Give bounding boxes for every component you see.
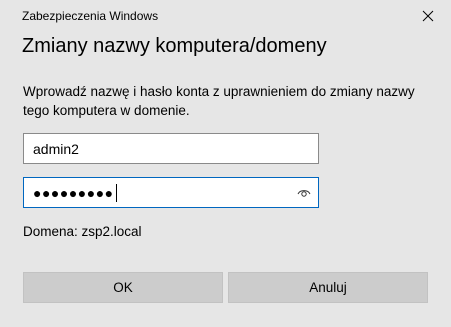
ok-button-label: OK	[113, 280, 133, 295]
username-field[interactable]: admin2	[23, 133, 319, 164]
text-caret	[115, 183, 117, 202]
eye-icon[interactable]	[297, 186, 311, 198]
password-field[interactable]: ●●●●●●●●●	[23, 177, 319, 208]
window-title: Zabezpieczenia Windows	[22, 9, 159, 23]
username-value: admin2	[33, 140, 79, 157]
ok-button[interactable]: OK	[23, 272, 223, 303]
close-icon	[422, 10, 434, 22]
close-button[interactable]	[405, 0, 451, 32]
domain-label: Domena: zsp2.local	[23, 224, 142, 239]
cancel-button-label: Anuluj	[309, 280, 347, 295]
dialog-heading: Zmiany nazwy komputera/domeny	[22, 35, 327, 57]
password-masked-value: ●●●●●●●●●	[33, 184, 114, 201]
dialog-description: Wprowadź nazwę i hasło konta z uprawnien…	[23, 84, 415, 118]
credential-dialog: Zabezpieczenia Windows Zmiany nazwy komp…	[0, 0, 451, 327]
cancel-button[interactable]: Anuluj	[228, 272, 428, 303]
